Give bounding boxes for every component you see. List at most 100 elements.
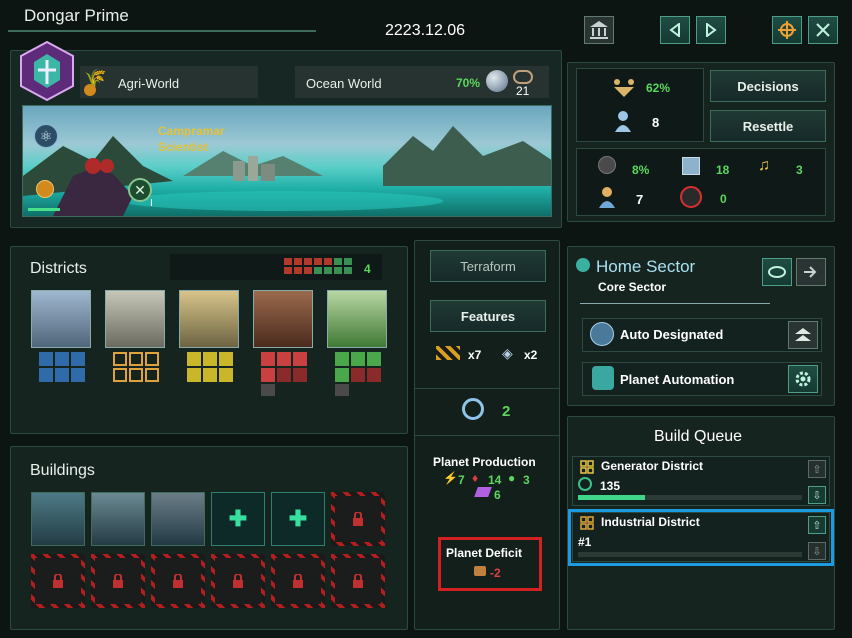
sector-transfer-icon[interactable] (796, 258, 826, 286)
habitability-value: 70% (456, 76, 481, 90)
planet-size-value: 21 (516, 84, 530, 98)
previous-planet-button[interactable] (660, 16, 690, 44)
blocker-icon (436, 346, 460, 360)
stability-value: 62% (646, 81, 671, 95)
leader-pause-icon (36, 180, 54, 198)
build-queue-title: Build Queue (654, 428, 743, 445)
move-up-button[interactable]: ⇧ (808, 460, 826, 478)
feature-count: x2 (524, 348, 538, 362)
features-button[interactable]: Features (430, 300, 546, 332)
auto-designate-icon (590, 322, 614, 346)
crime-icon (598, 156, 616, 174)
planet-landscape-image (22, 105, 552, 217)
queue-item-name: Generator District (601, 459, 704, 473)
jobs-icon (598, 186, 616, 213)
focus-camera-icon[interactable] (772, 16, 802, 44)
unemployed-icon (680, 186, 702, 208)
leader-xp-bar (28, 208, 60, 211)
consumer-goods-icon (474, 566, 486, 576)
title-underline (8, 30, 316, 32)
jobs-value: 7 (636, 192, 644, 207)
planet-title: Dongar Prime (24, 6, 129, 25)
district-slot-indicators (284, 258, 354, 276)
decisions-button[interactable]: Decisions (710, 70, 826, 102)
energy-value: 7 (458, 473, 465, 487)
pops-icon (614, 110, 632, 137)
leader-trait-icon[interactable]: ✕ (128, 178, 152, 202)
building-research[interactable] (91, 492, 145, 546)
mining-district-card[interactable] (253, 290, 313, 348)
selected-queue-highlight (568, 509, 834, 566)
locked-building-slot (31, 554, 85, 608)
planet-automation-label: Planet Automation (620, 372, 735, 387)
energy-icon: ⚡ (443, 471, 458, 485)
mining-district-slots (261, 352, 307, 401)
sector-subtitle: Core Sector (598, 280, 667, 294)
sector-icon (576, 258, 590, 272)
unemployed-value: 0 (720, 192, 727, 206)
designation-pause-icon (84, 84, 96, 96)
industrial-district-slots (113, 352, 159, 387)
queue-progress-fill (578, 495, 645, 500)
terraform-button[interactable]: Terraform (430, 250, 546, 282)
sector-map-icon[interactable] (762, 258, 792, 286)
crime-value: 8% (632, 163, 650, 177)
moons-panel (414, 388, 560, 436)
food-value: 3 (523, 473, 530, 487)
generator-district-slots (187, 352, 233, 387)
locked-building-slot (271, 554, 325, 608)
housing-value: 18 (716, 163, 730, 177)
minerals-value: 14 (488, 473, 502, 487)
designation-label: Agri-World (118, 76, 180, 91)
districts-count: 4 (364, 262, 371, 276)
add-building-slot-1[interactable]: ✚ (211, 492, 265, 546)
automation-settings-gear-icon[interactable] (788, 365, 818, 393)
leader-name: Campramar (158, 124, 225, 138)
government-icon[interactable] (584, 16, 614, 44)
buildings-title: Buildings (30, 462, 95, 479)
planet-production-title: Planet Production (433, 455, 536, 469)
moon-icon (462, 398, 484, 420)
resettle-button[interactable]: Resettle (710, 110, 826, 142)
auto-designated-label: Auto Designated (620, 327, 724, 342)
move-down-button[interactable]: ⇩ (808, 486, 826, 504)
next-planet-button[interactable] (696, 16, 726, 44)
housing-icon (682, 157, 700, 175)
locked-building-slot (331, 492, 385, 546)
leader-class-icon: ⚛ (34, 124, 58, 148)
industrial-district-card[interactable] (105, 290, 165, 348)
close-icon[interactable] (808, 16, 838, 44)
locked-building-slot (331, 554, 385, 608)
locked-building-slot (151, 554, 205, 608)
agriculture-district-card[interactable] (327, 290, 387, 348)
food-icon: ● (508, 471, 516, 485)
add-building-slot-2[interactable]: ✚ (271, 492, 325, 546)
automation-hand-icon (592, 366, 614, 390)
sector-title: Home Sector (596, 257, 696, 276)
sector-divider (580, 303, 770, 304)
clock-icon (578, 477, 592, 491)
city-district-slots (39, 352, 85, 387)
moons-count: 2 (502, 403, 511, 420)
feature-icon: ◈ (502, 345, 513, 361)
planet-type-label: Ocean World (306, 76, 382, 91)
generator-district-card[interactable] (179, 290, 239, 348)
amenities-value: 3 (796, 163, 803, 177)
pops-value: 8 (652, 115, 660, 130)
stability-box (576, 68, 704, 142)
planet-size-icon (513, 70, 533, 84)
generator-district-icon (580, 460, 594, 479)
amenities-icon: ♫ (758, 157, 770, 174)
districts-title: Districts (30, 260, 87, 277)
planet-deficit-value: -2 (490, 566, 501, 580)
stability-icon (612, 78, 636, 103)
city-district-card[interactable] (31, 290, 91, 348)
date-display: 2223.12.06 (385, 22, 466, 39)
building-alloy-foundry[interactable] (151, 492, 205, 546)
blocker-count: x7 (468, 348, 482, 362)
empire-emblem (18, 40, 76, 102)
collapse-arrow-icon[interactable] (788, 321, 818, 349)
planet-globe-icon (486, 70, 508, 92)
planet-deficit-title: Planet Deficit (446, 546, 523, 560)
building-capital[interactable] (31, 492, 85, 546)
